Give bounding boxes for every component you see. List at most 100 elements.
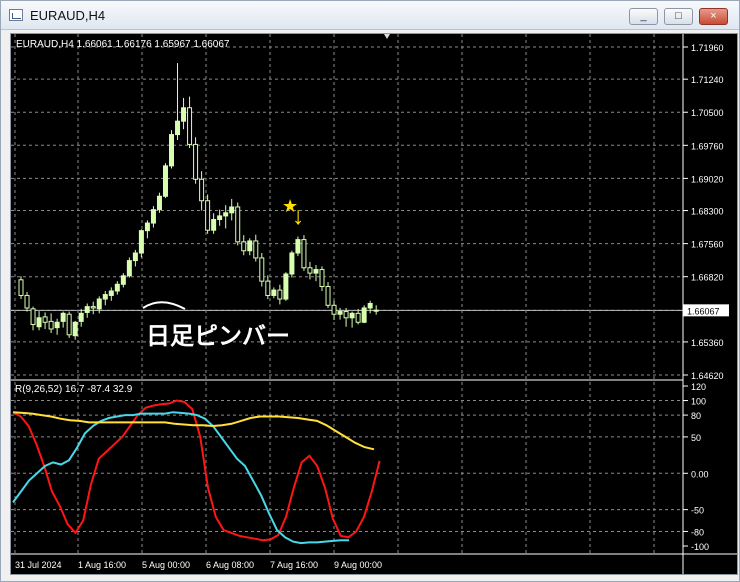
candle-body <box>325 286 331 306</box>
time-tick-label: 9 Aug 00:00 <box>334 560 382 570</box>
cyan-indicator-line <box>12 411 349 545</box>
pin-bar-annotation: 日足ピンバー <box>146 323 290 350</box>
candle-body <box>241 241 247 252</box>
minimize-button[interactable]: _ <box>629 8 658 25</box>
candle-body <box>283 273 289 300</box>
down-arrow-icon: ↓ <box>292 202 305 230</box>
chart-window: EURAUD,H4 _ □ × 1.71960 1.71240 1.70500 1.6… <box>0 0 740 582</box>
price-tick-label: 1.70500 <box>691 108 724 118</box>
window-title: EURAUD,H4 <box>30 8 106 23</box>
candle-body <box>331 304 337 315</box>
candle-body <box>337 311 343 315</box>
candle-body <box>223 212 229 217</box>
candle-body <box>150 209 156 224</box>
time-tick-label: 31 Jul 2024 <box>15 560 62 570</box>
candle-body <box>96 298 102 310</box>
candle-body <box>367 303 373 309</box>
close-button[interactable]: × <box>699 8 728 25</box>
candle-body <box>211 218 217 231</box>
maximize-button[interactable]: □ <box>664 8 693 25</box>
indicator-tick-label: -80 <box>691 527 704 537</box>
price-tick-label: 1.71960 <box>691 43 724 53</box>
candle-body <box>132 252 138 262</box>
candle-body <box>247 240 253 252</box>
red-indicator-line <box>12 399 381 542</box>
candle-body <box>343 311 349 319</box>
candle-body <box>235 206 241 243</box>
price-tick-label: 1.64620 <box>691 371 724 381</box>
last-price-label: 1.66067 <box>687 306 720 316</box>
trading-chart[interactable]: 1.71960 1.71240 1.70500 1.69760 1.69020 1.683… <box>10 33 738 575</box>
time-tick-label: 6 Aug 08:00 <box>206 560 254 570</box>
candle-body <box>48 320 54 330</box>
candle-body <box>205 200 211 231</box>
candle-body <box>78 312 84 322</box>
indicator-tick-label: -50 <box>691 506 704 516</box>
indicator-tick-label: 120 <box>691 382 706 392</box>
candle-body <box>36 317 42 328</box>
title-bar: EURAUD,H4 _ □ × <box>1 1 739 30</box>
chart-canvas: 1.71960 1.71240 1.70500 1.69760 1.69020 1.683… <box>11 34 737 574</box>
candle-body <box>349 312 355 319</box>
annotation-brace-icon <box>142 301 186 310</box>
candle-body <box>66 313 72 336</box>
indicator-tick-label: 0.00 <box>691 469 709 479</box>
candle-body <box>265 280 271 296</box>
candle-body <box>169 134 174 167</box>
candle-body <box>289 252 295 275</box>
indicator-label: R(9,26,52) 16.7 -87.4 32.9 <box>15 384 133 395</box>
candle-body <box>108 290 114 296</box>
candle-body <box>313 269 319 274</box>
chart-window-icon <box>9 9 23 21</box>
candle-body <box>301 239 307 269</box>
candle-body <box>295 239 301 254</box>
chart-header: EURAUD,H4 1.66061 1.66176 1.65967 1.6606… <box>16 39 230 50</box>
candle-body <box>156 195 162 211</box>
candle-body <box>361 307 367 323</box>
candle-body <box>120 275 126 285</box>
price-tick-label: 1.66820 <box>691 273 724 283</box>
price-tick-label: 1.71240 <box>691 75 724 85</box>
candle-body <box>84 306 90 313</box>
time-tick-label: 1 Aug 16:00 <box>78 560 126 570</box>
time-tick-label: 7 Aug 16:00 <box>270 560 318 570</box>
candle-body <box>181 107 187 122</box>
candle-body <box>277 289 283 300</box>
candle-body <box>193 143 199 180</box>
candle-body <box>217 215 223 220</box>
price-tick-label: 1.65360 <box>691 338 724 348</box>
candle-body <box>30 308 36 326</box>
candle-body <box>114 283 120 292</box>
candle-body <box>307 267 313 274</box>
candle-body <box>373 309 379 312</box>
candle-body <box>355 312 361 323</box>
candle-body <box>187 107 193 145</box>
candle-body <box>138 230 144 254</box>
indicator-tick-label: 50 <box>691 433 701 443</box>
candle-body <box>253 240 259 259</box>
indicator-tick-label: -100 <box>691 542 709 552</box>
candle-body <box>175 120 181 136</box>
time-tick-label: 5 Aug 00:00 <box>142 560 190 570</box>
candle-body <box>229 206 235 214</box>
candle-body <box>24 294 30 309</box>
yellow-indicator-line <box>12 411 375 451</box>
candle-body <box>72 321 78 337</box>
candle-body <box>54 321 60 329</box>
indicator-tick-label: 80 <box>691 411 701 421</box>
scroll-marker-icon[interactable] <box>384 34 390 39</box>
candle-body <box>271 289 277 296</box>
candle-body <box>42 316 48 323</box>
candle-body <box>90 306 96 309</box>
candle-body <box>162 165 168 197</box>
indicator-tick-label: 100 <box>691 397 706 407</box>
price-tick-label: 1.69020 <box>691 174 724 184</box>
candle-body <box>18 279 24 296</box>
price-tick-label: 1.69760 <box>691 141 724 151</box>
candle-body <box>259 257 265 282</box>
candle-body <box>60 312 66 322</box>
price-tick-label: 1.67560 <box>691 240 724 250</box>
candle-body <box>102 294 108 300</box>
candle-body <box>319 269 325 288</box>
candle-body <box>199 178 205 202</box>
